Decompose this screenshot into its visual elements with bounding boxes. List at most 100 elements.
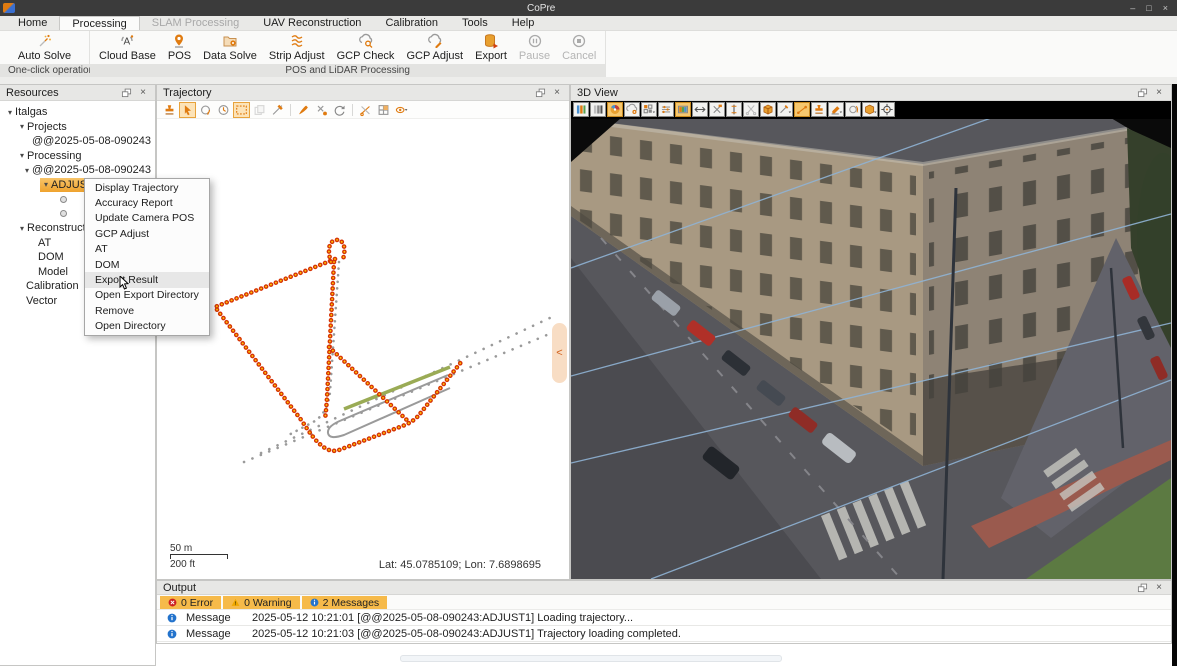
tree-item-italgas[interactable]: ▾Italgas [0,105,155,120]
menu-item-display-trajectory[interactable]: Display Trajectory [85,180,209,195]
folder-gear-icon [222,33,238,49]
redo-icon[interactable] [331,102,348,118]
expand-arrow[interactable]: ▾ [44,180,48,189]
tab-calibration[interactable]: Calibration [373,16,450,30]
select-cursor-icon[interactable] [179,102,196,118]
close-panel-icon[interactable]: × [551,87,563,99]
error-icon [168,598,177,607]
copy-icon[interactable] [251,102,268,118]
tab-uav-reconstruction[interactable]: UAV Reconstruction [251,16,373,30]
data-solve-button[interactable]: Data Solve [197,32,263,63]
horizontal-scrollbar[interactable] [400,655,782,662]
pause-circle-icon [527,33,543,49]
menu-item-dom[interactable]: DOM [85,257,209,272]
delete-cross-icon[interactable] [313,102,330,118]
clock-icon[interactable] [215,102,232,118]
auto-solve-button[interactable]: Auto Solve [12,32,77,63]
float-panel-icon[interactable] [534,87,546,99]
crop-disabled-icon[interactable] [743,102,759,117]
close-panel-icon[interactable]: × [137,87,149,99]
3d-viewport[interactable] [571,101,1171,579]
tree-item-processing-dataset[interactable]: ▾@@2025-05-08-090243 [0,163,155,178]
strip-adjust-button[interactable]: Strip Adjust [263,32,331,63]
menu-item-update-camera-pos[interactable]: Update Camera POS [85,211,209,226]
crop-delete-icon[interactable] [709,102,725,117]
tab-home[interactable]: Home [6,16,59,30]
pos-button[interactable]: POS [162,32,197,63]
cube-view-dropdown-icon[interactable] [862,102,878,117]
tree-item-processing[interactable]: ▾Processing [0,149,155,164]
menu-item-export-result[interactable]: Export Result [85,272,209,287]
tab-slam-processing[interactable]: SLAM Processing [140,16,251,30]
annotate-dropdown-icon[interactable] [828,102,844,117]
expand-arrow[interactable]: ▾ [25,166,29,175]
measure-dropdown-icon[interactable] [777,102,793,117]
maximize-button[interactable]: □ [1146,3,1151,13]
gcp-adjust-button[interactable]: GCP Adjust [400,32,469,63]
expand-arrow[interactable]: ▾ [8,108,12,117]
vertical-select-icon[interactable] [726,102,742,117]
close-button[interactable]: × [1163,3,1168,13]
cloud-pencil-icon [427,33,443,49]
trajectory-canvas[interactable] [158,120,570,579]
rgb-palette-icon[interactable] [607,102,623,117]
tree-item-projects[interactable]: ▾Projects [0,120,155,135]
filter-sliders-icon[interactable] [658,102,674,117]
tab-processing[interactable]: Processing [59,16,139,30]
log-row[interactable]: Message 2025-05-12 10:21:01 [@@2025-05-0… [157,610,1171,626]
export-button[interactable]: Export [469,32,513,63]
float-panel-icon[interactable] [1136,87,1148,99]
tree-item-project-dataset[interactable]: @@2025-05-08-090243 [0,134,155,149]
context-menu: Display Trajectory Accuracy Report Updat… [84,178,210,336]
menu-item-remove[interactable]: Remove [85,303,209,318]
menu-item-accuracy-report[interactable]: Accuracy Report [85,195,209,210]
window-title: CoPre [527,3,555,14]
float-panel-icon[interactable] [1136,582,1148,594]
cloud-base-button[interactable]: A Cloud Base [93,32,162,63]
stamp-icon[interactable] [811,102,827,117]
pause-button[interactable]: Pause [513,32,556,63]
rect-select-icon[interactable] [233,102,250,118]
elevation-colors-icon[interactable] [573,102,589,117]
menu-item-gcp-adjust[interactable]: GCP Adjust [85,226,209,241]
log-row[interactable]: Message 2025-05-12 10:21:03 [@@2025-05-0… [157,626,1171,642]
gcp-check-button[interactable]: GCP Check [331,32,401,63]
trajectory-panel-title: Trajectory [163,87,529,99]
cut-icon[interactable] [357,102,374,118]
warning-filter-chip[interactable]: 0 Warning [223,596,299,609]
measure-icon[interactable] [269,102,286,118]
message-filter-chip[interactable]: 2 Messages [302,596,388,609]
menu-item-at[interactable]: AT [85,242,209,257]
output-panel-title: Output [163,582,1131,594]
tab-tools[interactable]: Tools [450,16,500,30]
rotate-view-icon[interactable] [845,102,861,117]
visibility-dropdown-icon[interactable] [393,102,410,118]
expand-arrow[interactable]: ▾ [20,224,24,233]
brush-icon[interactable] [295,102,312,118]
clip-box-icon[interactable] [760,102,776,117]
ribbon-group-one-click: Auto Solve One-click operation [0,31,90,77]
classification-colors-icon[interactable] [675,102,691,117]
tab-help[interactable]: Help [500,16,547,30]
minimize-button[interactable]: – [1130,3,1135,13]
grid-cell-icon[interactable] [375,102,392,118]
pan-horizontal-icon[interactable] [692,102,708,117]
intensity-colors-icon[interactable] [590,102,606,117]
cloud-magnifier-icon [358,33,374,49]
display-mode-dropdown-icon[interactable] [641,102,657,117]
locate-crosshair-icon[interactable] [879,102,895,117]
close-panel-icon[interactable]: × [1153,582,1165,594]
float-panel-icon[interactable] [120,87,132,99]
orbit-icon[interactable] [197,102,214,118]
expand-arrow[interactable]: ▾ [20,151,24,160]
pointcloud-settings-icon[interactable] [624,102,640,117]
close-panel-icon[interactable]: × [1153,87,1165,99]
error-filter-chip[interactable]: 0 Error [160,596,221,609]
cancel-button[interactable]: Cancel [556,32,602,63]
menu-item-open-directory[interactable]: Open Directory [85,319,209,334]
profile-line-icon[interactable] [794,102,810,117]
stamp-icon[interactable] [161,102,178,118]
expand-arrow[interactable]: ▾ [20,122,24,131]
menu-item-open-export-directory[interactable]: Open Export Directory [85,288,209,303]
collapse-panel-handle[interactable]: < [552,323,567,383]
